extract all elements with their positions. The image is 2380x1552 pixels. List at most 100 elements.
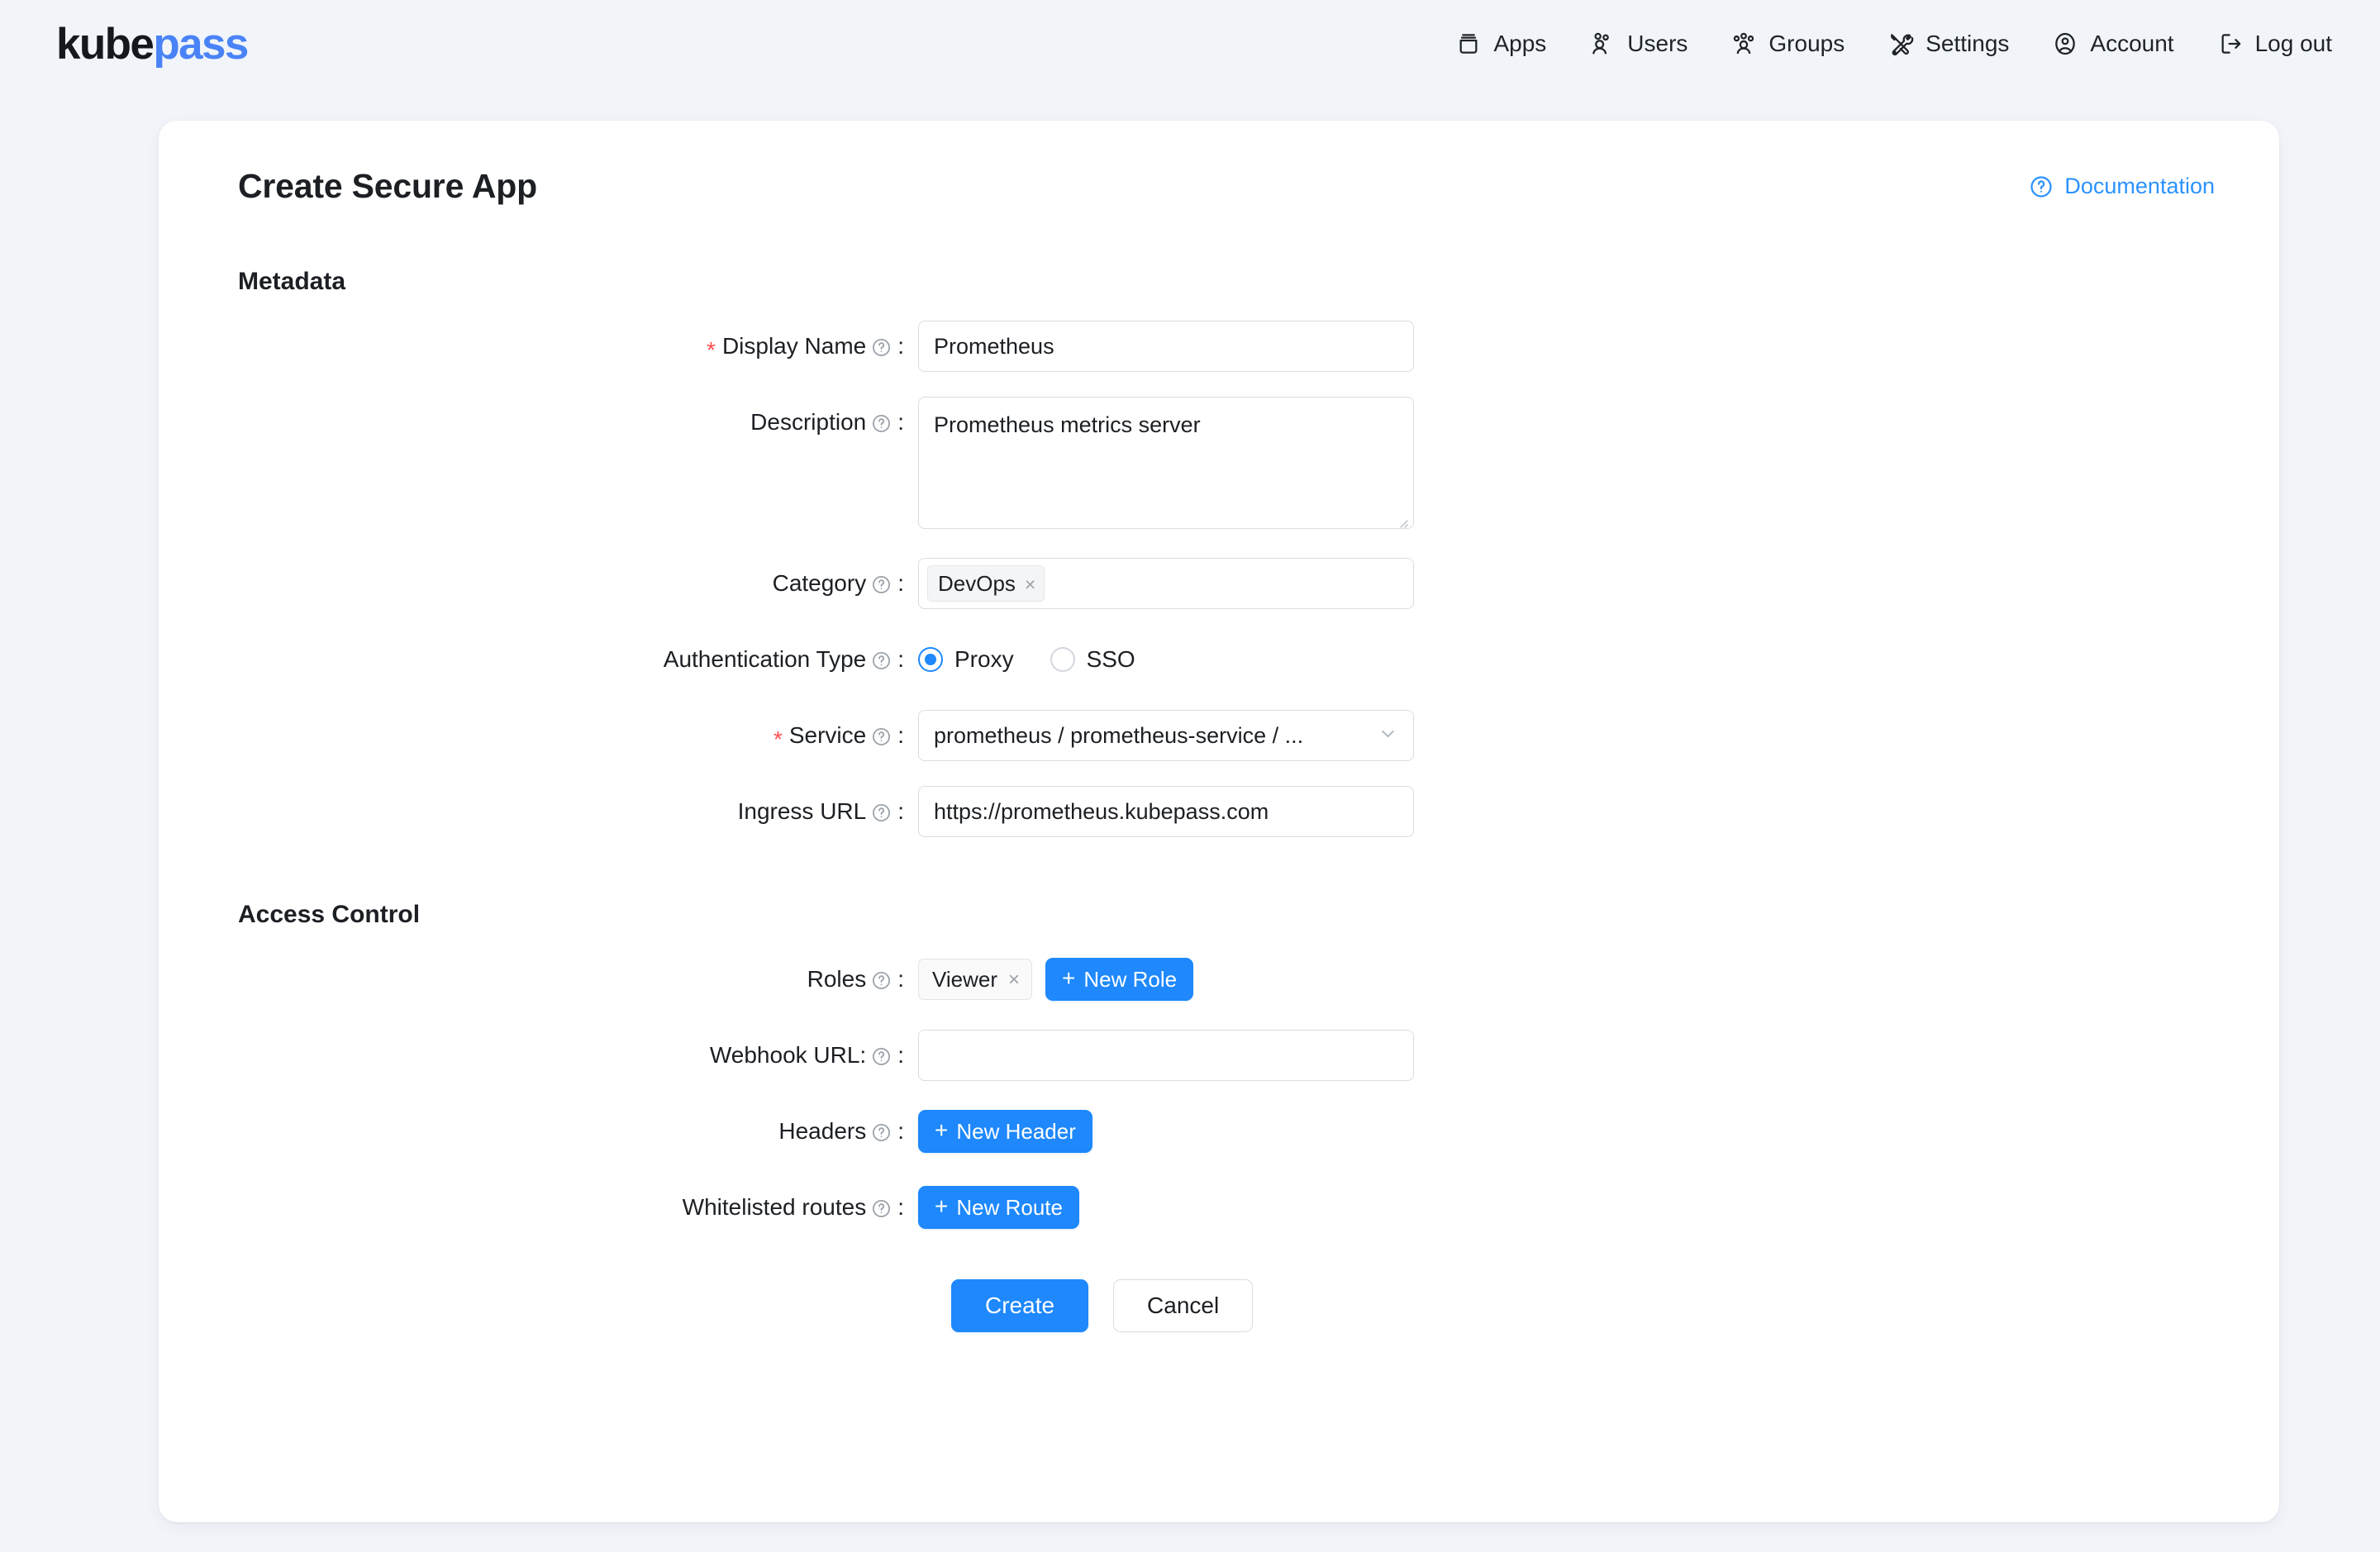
radio-proxy-indicator[interactable] xyxy=(918,647,943,672)
top-navigation-bar: kubepass Apps Users Groups Settings Acco… xyxy=(0,0,2380,88)
label-colon: : xyxy=(897,1194,904,1220)
role-tag: Viewer × xyxy=(918,958,1033,1001)
description-label: Description : xyxy=(220,397,918,448)
new-role-button-label: New Role xyxy=(1083,966,1178,992)
service-selected-value: prometheus / prometheus-service / ... xyxy=(934,722,1304,748)
help-icon[interactable] xyxy=(871,970,892,991)
new-route-button[interactable]: + New Route xyxy=(918,1186,1079,1229)
tag-label: Viewer xyxy=(932,966,998,992)
service-field: prometheus / prometheus-service / ... xyxy=(918,710,2218,761)
radio-proxy-label: Proxy xyxy=(954,646,1014,672)
label-colon: : xyxy=(897,646,904,672)
webhook-url-field xyxy=(918,1030,2218,1081)
authentication-type-radio-group: Proxy SSO xyxy=(918,634,2218,685)
display-name-field xyxy=(918,321,2218,372)
label-colon: : xyxy=(897,798,904,824)
help-icon[interactable] xyxy=(871,337,892,358)
remove-tag-icon[interactable]: × xyxy=(1008,968,1020,993)
card-header: Create Secure App Documentation xyxy=(220,167,2218,206)
label-text: Headers xyxy=(778,1118,867,1144)
headers-label: Headers : xyxy=(220,1106,918,1157)
new-route-button-label: New Route xyxy=(956,1194,1063,1220)
form-row-service: * Service : prometheus / prometheus-serv… xyxy=(220,710,2218,761)
description-textarea[interactable]: Prometheus metrics server xyxy=(918,397,1414,529)
account-icon xyxy=(2052,31,2078,57)
form-row-description: Description : Prometheus metrics server xyxy=(220,397,2218,533)
apps-icon xyxy=(1455,31,1482,57)
nav-item-account[interactable]: Account xyxy=(2030,22,2195,65)
display-name-label: * Display Name : xyxy=(220,321,918,372)
users-icon xyxy=(1589,31,1616,57)
headers-controls: + New Header xyxy=(918,1106,2218,1157)
help-icon[interactable] xyxy=(871,1198,892,1219)
remove-tag-icon[interactable]: × xyxy=(1025,574,1035,594)
form-row-category: Category : DevOps × xyxy=(220,558,2218,609)
label-colon: : xyxy=(897,1042,904,1068)
help-icon[interactable] xyxy=(871,650,892,671)
label-text: Category xyxy=(772,570,867,596)
required-indicator: * xyxy=(707,337,716,363)
form-row-roles: Roles : Viewer × + New Role xyxy=(220,954,2218,1005)
section-title-access-control: Access Control xyxy=(238,901,421,928)
category-label: Category : xyxy=(220,558,918,609)
new-role-button[interactable]: + New Role xyxy=(1045,958,1194,1001)
radio-option-sso[interactable]: SSO xyxy=(1050,646,1135,673)
help-icon[interactable] xyxy=(871,1122,892,1143)
nav-item-groups[interactable]: Groups xyxy=(1709,22,1866,65)
cancel-button[interactable]: Cancel xyxy=(1113,1279,1254,1332)
category-field: DevOps × xyxy=(918,558,2218,609)
nav-item-log-out[interactable]: Log out xyxy=(2196,22,2332,65)
nav-item-settings[interactable]: Settings xyxy=(1866,22,2030,65)
category-tag: DevOps × xyxy=(927,564,1045,602)
radio-option-proxy[interactable]: Proxy xyxy=(918,646,1014,673)
webhook-url-input[interactable] xyxy=(918,1030,1414,1081)
form-row-webhook-url: Webhook URL: : xyxy=(220,1030,2218,1081)
create-secure-app-card: Create Secure App Documentation Metadata… xyxy=(159,121,2279,1522)
logout-icon xyxy=(2217,31,2244,57)
help-icon[interactable] xyxy=(871,413,892,434)
brand-logo-part1: kube xyxy=(56,19,155,69)
help-icon[interactable] xyxy=(871,726,892,747)
documentation-link[interactable]: Documentation xyxy=(2029,174,2215,199)
form-row-display-name: * Display Name : xyxy=(220,321,2218,372)
service-select[interactable]: prometheus / prometheus-service / ... xyxy=(918,710,1414,761)
help-icon[interactable] xyxy=(871,1046,892,1067)
new-header-button[interactable]: + New Header xyxy=(918,1110,1092,1153)
whitelisted-routes-field: + New Route xyxy=(918,1182,2218,1233)
label-text: Whitelisted routes xyxy=(682,1194,867,1220)
radio-sso-label: SSO xyxy=(1086,646,1135,672)
nav-item-apps[interactable]: Apps xyxy=(1434,22,1568,65)
plus-icon: + xyxy=(935,1193,949,1219)
chevron-down-icon[interactable] xyxy=(1378,723,1398,748)
webhook-url-label: Webhook URL: : xyxy=(220,1030,918,1081)
authentication-type-label: Authentication Type : xyxy=(220,634,918,685)
authentication-type-field: Proxy SSO xyxy=(918,634,2218,685)
label-colon: : xyxy=(897,722,904,748)
brand-logo-part2: pass xyxy=(153,19,249,69)
description-textarea-wrap: Prometheus metrics server xyxy=(918,397,1414,533)
help-icon[interactable] xyxy=(871,574,892,595)
required-indicator: * xyxy=(773,726,783,752)
label-colon: : xyxy=(897,1118,904,1144)
nav-item-users[interactable]: Users xyxy=(1568,22,1709,65)
roles-controls: Viewer × + New Role xyxy=(918,954,2218,1005)
form-row-headers: Headers : + New Header xyxy=(220,1106,2218,1157)
help-icon[interactable] xyxy=(871,802,892,823)
create-button[interactable]: Create xyxy=(951,1279,1089,1332)
brand-logo[interactable]: kubepass xyxy=(56,19,249,69)
label-text: Display Name xyxy=(721,333,867,359)
category-select[interactable]: DevOps × xyxy=(918,558,1414,609)
groups-icon xyxy=(1730,31,1757,57)
settings-icon xyxy=(1887,31,1914,57)
label-text: Service xyxy=(788,722,867,748)
display-name-input[interactable] xyxy=(918,321,1414,372)
label-text: Ingress URL xyxy=(737,798,867,824)
radio-sso-indicator[interactable] xyxy=(1050,647,1075,672)
page-title: Create Secure App xyxy=(238,167,537,205)
nav-item-label: Users xyxy=(1627,31,1688,56)
whitelisted-routes-label: Whitelisted routes : xyxy=(220,1182,918,1233)
nav-item-label: Account xyxy=(2090,31,2174,56)
tag-label: DevOps xyxy=(938,570,1016,596)
label-colon: : xyxy=(897,570,904,596)
ingress-url-input[interactable] xyxy=(918,786,1414,837)
